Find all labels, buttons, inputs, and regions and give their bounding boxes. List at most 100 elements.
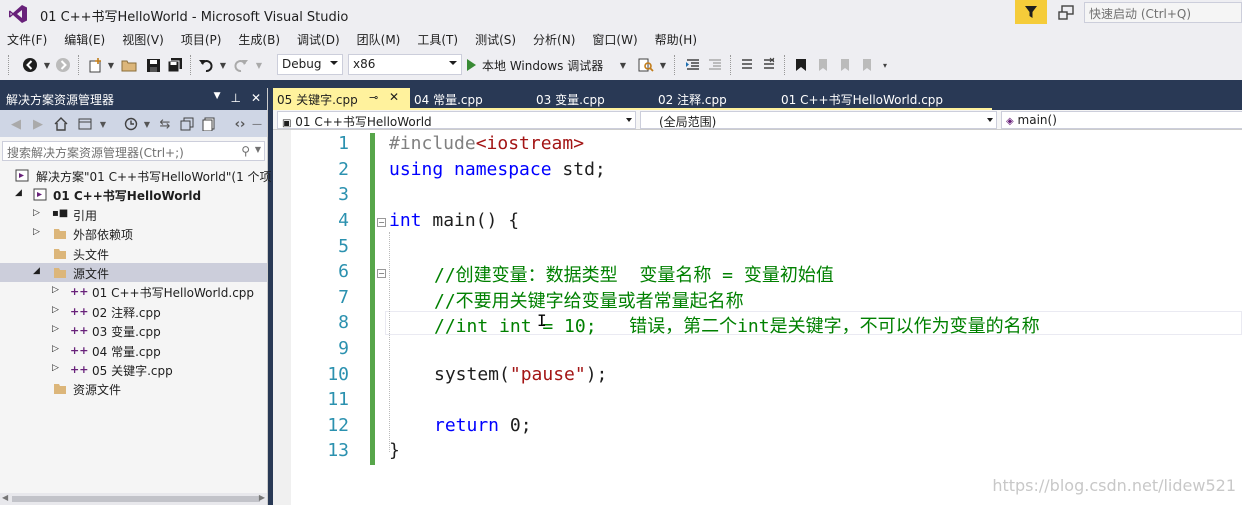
outdent-icon[interactable] (684, 56, 702, 74)
menu-project[interactable]: 项目(P) (174, 28, 232, 50)
scrollbar-thumb[interactable] (12, 496, 260, 502)
tree-item-file[interactable]: ▷ ++ 03 变量.cpp (0, 321, 267, 340)
menu-help[interactable]: 帮助(H) (648, 28, 707, 50)
save-icon[interactable] (144, 56, 162, 74)
search-options-icon[interactable]: ▼ (255, 145, 261, 154)
menu-tools[interactable]: 工具(T) (410, 28, 468, 50)
new-dropdown-icon[interactable]: ▼ (106, 56, 116, 74)
expand-arrow-icon[interactable]: ▷ (52, 344, 59, 354)
feedback-icon[interactable] (1057, 4, 1075, 22)
panel-menu-icon[interactable]: ▼ (214, 91, 221, 105)
tree-item-file[interactable]: ▷ ++ 05 关键字.cpp (0, 360, 267, 379)
expand-arrow-icon[interactable]: ▷ (52, 305, 59, 315)
view-code-icon[interactable]: ‹› (230, 115, 250, 133)
switch-views-icon[interactable] (76, 115, 94, 133)
views-dropdown-icon[interactable]: ▼ (98, 115, 108, 133)
clear-bookmarks-icon[interactable] (858, 56, 876, 74)
open-file-icon[interactable] (120, 56, 138, 74)
fold-collapse-icon[interactable]: − (377, 218, 386, 227)
find-dropdown-icon[interactable]: ▼ (658, 56, 668, 74)
forward-icon[interactable]: ▶ (30, 115, 46, 133)
find-in-files-icon[interactable] (636, 56, 656, 74)
toolbar-grip[interactable] (8, 55, 11, 75)
menu-window[interactable]: 窗口(W) (585, 28, 647, 50)
menu-file[interactable]: 文件(F) (0, 28, 57, 50)
redo-dropdown-icon[interactable]: ▼ (254, 56, 264, 74)
undo-icon[interactable] (196, 56, 216, 74)
menu-team[interactable]: 团队(M) (350, 28, 411, 50)
back-dropdown-icon[interactable]: ▼ (42, 56, 52, 74)
collapse-all-icon[interactable] (178, 115, 196, 133)
previous-bookmark-icon[interactable] (814, 56, 832, 74)
quick-launch-input[interactable]: 快速启动 (Ctrl+Q) (1084, 2, 1242, 23)
solution-configuration-select[interactable]: Debug (277, 54, 343, 75)
expand-arrow-icon[interactable]: ▷ (52, 363, 59, 373)
fold-collapse-icon[interactable]: − (377, 269, 386, 278)
uncomment-icon[interactable] (760, 56, 778, 74)
menu-analyze[interactable]: 分析(N) (526, 28, 585, 50)
tree-item-header-files[interactable]: 头文件 (0, 244, 267, 263)
pending-changes-filter-icon[interactable] (122, 115, 140, 133)
tab-helloworld[interactable]: 01 C++书写HelloWorld.cpp (777, 88, 947, 110)
tab-comments[interactable]: 02 注释.cpp (654, 88, 731, 110)
pin-icon[interactable]: ⊸ (369, 91, 378, 104)
sync-icon[interactable]: ⇆ (156, 115, 174, 133)
expand-arrow-icon[interactable]: ▷ (52, 285, 59, 295)
start-debugging-button[interactable]: 本地 Windows 调试器 (467, 55, 603, 75)
tab-keywords[interactable]: 05 关键字.cpp ⊸ ✕ (273, 88, 410, 110)
comment-out-icon[interactable] (738, 56, 756, 74)
tree-item-resource-files[interactable]: 资源文件 (0, 379, 267, 398)
tree-item-project[interactable]: ◢ 01 C++书写HelloWorld (0, 185, 267, 204)
tree-item-file[interactable]: ▷ ++ 02 注释.cpp (0, 302, 267, 321)
bookmark-icon[interactable] (792, 56, 810, 74)
debugger-dropdown-icon[interactable]: ▼ (618, 56, 628, 74)
menu-test[interactable]: 测试(S) (468, 28, 526, 50)
close-tab-icon[interactable]: ✕ (389, 90, 399, 104)
undo-dropdown-icon[interactable]: ▼ (218, 56, 228, 74)
indicator-margin[interactable] (273, 130, 291, 505)
tree-item-external-dependencies[interactable]: ▷ 外部依赖项 (0, 224, 267, 243)
close-icon[interactable]: ✕ (251, 91, 261, 105)
solution-platform-select[interactable]: x86 (348, 54, 462, 75)
tree-item-source-files[interactable]: ◢ 源文件 (0, 262, 267, 283)
horizontal-scrollbar[interactable]: ◀ ▶ (0, 493, 267, 505)
navigate-forward-icon[interactable] (54, 56, 72, 74)
tree-item-file[interactable]: ▷ ++ 04 常量.cpp (0, 341, 267, 360)
back-icon[interactable]: ◀ (8, 115, 24, 133)
menu-view[interactable]: 视图(V) (115, 28, 174, 50)
scroll-left-icon[interactable]: ◀ (2, 493, 8, 502)
pin-icon[interactable]: ⊥ (230, 91, 240, 105)
home-icon[interactable] (52, 115, 70, 133)
tab-constants[interactable]: 04 常量.cpp (410, 88, 487, 110)
tree-item-references[interactable]: ▷ ▪■ 引用 (0, 205, 267, 224)
menu-debug[interactable]: 调试(D) (290, 28, 350, 50)
expand-arrow-icon[interactable]: ▷ (33, 227, 40, 237)
next-bookmark-icon[interactable] (836, 56, 854, 74)
tree-item-file[interactable]: ▷ ++ 01 C++书写HelloWorld.cpp (0, 282, 267, 301)
solution-explorer-search-input[interactable]: 搜索解决方案资源管理器(Ctrl+;) ⚲ ▼ (2, 141, 265, 161)
expand-arrow-icon[interactable]: ▷ (52, 324, 59, 334)
navigate-back-icon[interactable] (20, 56, 40, 74)
redo-icon[interactable] (232, 56, 250, 74)
show-all-files-icon[interactable] (200, 115, 218, 133)
new-project-icon[interactable] (86, 56, 104, 74)
toolbar-options-icon[interactable]: ▾ (880, 56, 890, 74)
tree-item-solution[interactable]: 解决方案"01 C++书写HelloWorld"(1 个项 (0, 166, 272, 185)
indent-icon[interactable] (706, 56, 724, 74)
tab-variables[interactable]: 03 变量.cpp (532, 88, 609, 110)
scope-select[interactable]: (全局范围) (640, 111, 997, 129)
save-all-icon[interactable] (166, 56, 184, 74)
filter-dropdown-icon[interactable]: ▼ (142, 115, 152, 133)
project-select[interactable]: ▣ 01 C++书写HelloWorld (277, 111, 636, 129)
member-select[interactable]: ◈ main() (1001, 111, 1242, 129)
collapse-arrow-icon[interactable]: ◢ (33, 266, 40, 276)
filter-icon[interactable] (1015, 0, 1047, 24)
expand-arrow-icon[interactable]: ▷ (33, 208, 40, 218)
code-editor[interactable]: 1 2 3 4 5 6 7 8 9 10 11 12 13 − − #inclu… (273, 130, 1242, 505)
properties-icon[interactable]: — (252, 115, 262, 133)
collapse-arrow-icon[interactable]: ◢ (15, 188, 22, 198)
menu-build[interactable]: 生成(B) (231, 28, 290, 50)
scroll-right-icon[interactable]: ▶ (259, 493, 265, 502)
search-icon[interactable]: ⚲ (241, 144, 250, 158)
menu-edit[interactable]: 编辑(E) (57, 28, 115, 50)
